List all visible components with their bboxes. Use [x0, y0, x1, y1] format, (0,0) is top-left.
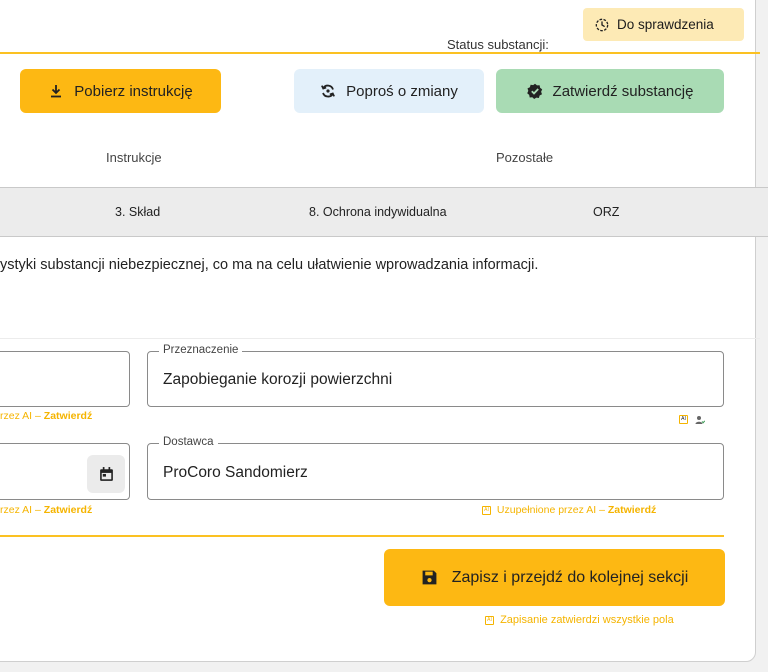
approve-substance-button[interactable]: Zatwierdź substancję [496, 69, 724, 113]
verified-badge-icon [526, 83, 542, 99]
tab-ochrona-indywidualna[interactable]: 8. Ochrona indywidualna [309, 205, 447, 219]
clock-pending-icon [595, 18, 609, 31]
request-changes-label: Poproś o zmiany [346, 82, 458, 100]
ai-badge-icon: AI [679, 415, 688, 425]
save-note: AI Zapisanie zatwierdzi wszystkie pola [485, 614, 674, 626]
purpose-label: Przeznaczenie [159, 344, 243, 356]
left-field-1[interactable] [0, 351, 130, 407]
tab-sklad[interactable]: 3. Skład [115, 205, 160, 219]
sync-icon [321, 84, 336, 98]
download-instruction-button[interactable]: Pobierz instrukcję [20, 69, 221, 113]
section-description: ystyki substancji niebezpiecznej, co ma … [0, 257, 539, 273]
calendar-icon [99, 466, 113, 481]
left-field-2-ai-note: rzez AI – Zatwierdź [0, 504, 93, 516]
left-field-1-ai-note: rzez AI – Zatwierdź [0, 410, 93, 422]
status-label: Status substancji: [447, 37, 549, 52]
status-divider [0, 52, 760, 54]
calendar-button[interactable] [87, 455, 125, 493]
left-field-2-confirm-link[interactable]: Zatwierdź [44, 504, 92, 516]
supplier-label: Dostawca [159, 436, 218, 448]
download-icon [51, 85, 62, 98]
tab-orz[interactable]: ORZ [593, 205, 619, 219]
supplier-ai-note: AI Uzupełnione przez AI – Zatwierdź [482, 504, 656, 516]
user-ai-icon[interactable] [695, 415, 706, 425]
supplier-confirm-link[interactable]: Zatwierdź [608, 504, 656, 516]
purpose-value: Zapobieganie korozji powierzchni [163, 371, 393, 388]
ai-badge-icon: AI [482, 505, 491, 515]
ai-badge-icon: AI [485, 615, 494, 625]
download-instruction-label: Pobierz instrukcję [74, 82, 193, 100]
section-divider [0, 338, 760, 339]
purpose-ai-icons: AI [679, 411, 706, 429]
save-and-next-button[interactable]: Zapisz i przejdź do kolejnej sekcji [384, 549, 725, 606]
group-other: Pozostałe [496, 150, 554, 165]
group-instructions: Instrukcje [106, 150, 162, 165]
status-badge: Do sprawdzenia [583, 8, 744, 41]
supplier-value: ProCoro Sandomierz [163, 464, 308, 481]
request-changes-button[interactable]: Poproś o zmiany [294, 69, 484, 113]
status-value: Do sprawdzenia [617, 17, 714, 32]
save-and-next-label: Zapisz i przejdź do kolejnej sekcji [451, 568, 689, 586]
form-divider [0, 535, 724, 537]
save-icon [422, 570, 437, 585]
left-field-1-confirm-link[interactable]: Zatwierdź [44, 410, 92, 422]
approve-substance-label: Zatwierdź substancję [552, 82, 694, 100]
